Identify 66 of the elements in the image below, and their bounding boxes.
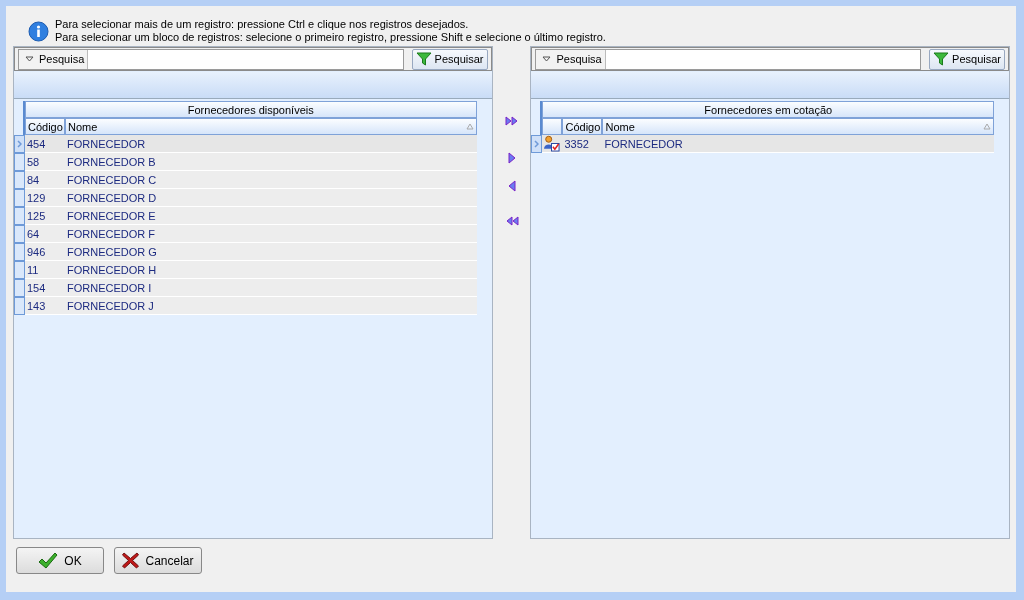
column-header[interactable]: Nome	[65, 118, 477, 135]
dropdown-caret-icon	[542, 56, 552, 62]
table-cell: 129	[25, 189, 65, 207]
current-row-icon	[17, 140, 22, 148]
cancel-button[interactable]: Cancelar	[114, 547, 202, 574]
table-cell: 58	[25, 153, 65, 171]
table-cell: FORNECEDOR G	[65, 243, 477, 261]
table-cell: 64	[25, 225, 65, 243]
row-indicator[interactable]	[14, 261, 25, 279]
x-mark-icon	[122, 552, 140, 569]
row-indicator[interactable]	[14, 207, 25, 225]
search-button[interactable]: Pesquisar	[929, 48, 1005, 70]
column-header[interactable]: Código	[562, 118, 603, 135]
checkmark-icon	[38, 551, 59, 570]
table-cell: FORNECEDOR C	[65, 171, 477, 189]
sort-icon	[983, 123, 991, 130]
row-indicator[interactable]	[14, 189, 25, 207]
left-arrow-icon[interactable]	[507, 180, 516, 192]
search-field[interactable]: Pesquisa	[18, 48, 404, 70]
table-cell: FORNECEDOR F	[65, 225, 477, 243]
info-icon	[28, 20, 49, 42]
row-indicator[interactable]	[14, 135, 25, 153]
table-cell: FORNECEDOR I	[65, 279, 477, 297]
funnel-icon	[415, 51, 432, 67]
table-cell: 946	[25, 243, 65, 261]
info-text: Para selecionar um bloco de registros: selecione o primeiro registro, pressione Shift e selecione o último registro.	[55, 31, 606, 44]
column-header[interactable]: Código	[25, 118, 65, 135]
double-right-arrow-icon[interactable]	[504, 116, 519, 126]
column-header[interactable]: Nome	[602, 118, 994, 135]
search-button[interactable]: Pesquisar	[411, 48, 488, 70]
table-cell: FORNECEDOR H	[65, 261, 477, 279]
table-cell: FORNECEDOR B	[65, 153, 477, 171]
table-cell: 3352	[562, 135, 603, 153]
table-cell: 84	[25, 171, 65, 189]
row-indicator[interactable]	[531, 135, 543, 153]
row-indicator[interactable]	[14, 279, 25, 297]
table-cell: 454	[25, 135, 65, 153]
row-indicator[interactable]	[14, 171, 25, 189]
table-cell: 125	[25, 207, 65, 225]
table-cell: FORNECEDOR	[65, 135, 477, 153]
table-cell: FORNECEDOR D	[65, 189, 477, 207]
row-indicator[interactable]	[14, 243, 25, 261]
row-indicator[interactable]	[14, 297, 25, 315]
table-cell: FORNECEDOR	[602, 135, 994, 153]
grid-title: Fornecedores em cotação	[542, 101, 994, 118]
table-cell: FORNECEDOR E	[65, 207, 477, 225]
ok-button[interactable]: OK	[16, 547, 104, 574]
user-check-icon	[544, 135, 561, 152]
sort-icon	[465, 123, 474, 130]
dropdown-caret-icon	[25, 56, 34, 62]
search-field[interactable]: Pesquisa	[535, 48, 922, 70]
grid-title: Fornecedores disponíveis	[25, 101, 477, 118]
row-indicator[interactable]	[14, 153, 25, 171]
table-cell: 143	[25, 297, 65, 315]
current-row-icon	[534, 140, 540, 148]
row-indicator[interactable]	[14, 225, 25, 243]
table-cell: 154	[25, 279, 65, 297]
search-mode-dropdown[interactable]: Pesquisa	[19, 49, 89, 69]
funnel-icon	[933, 51, 950, 67]
table-cell: FORNECEDOR J	[65, 297, 477, 315]
info-text: Para selecionar mais de um registro: pressione Ctrl e clique nos registros desejados.	[55, 18, 470, 31]
right-arrow-icon[interactable]	[507, 152, 516, 164]
table-cell: 11	[25, 261, 65, 279]
search-mode-dropdown[interactable]: Pesquisa	[536, 49, 606, 69]
double-left-arrow-icon[interactable]	[504, 216, 519, 226]
column-header[interactable]	[542, 118, 563, 135]
